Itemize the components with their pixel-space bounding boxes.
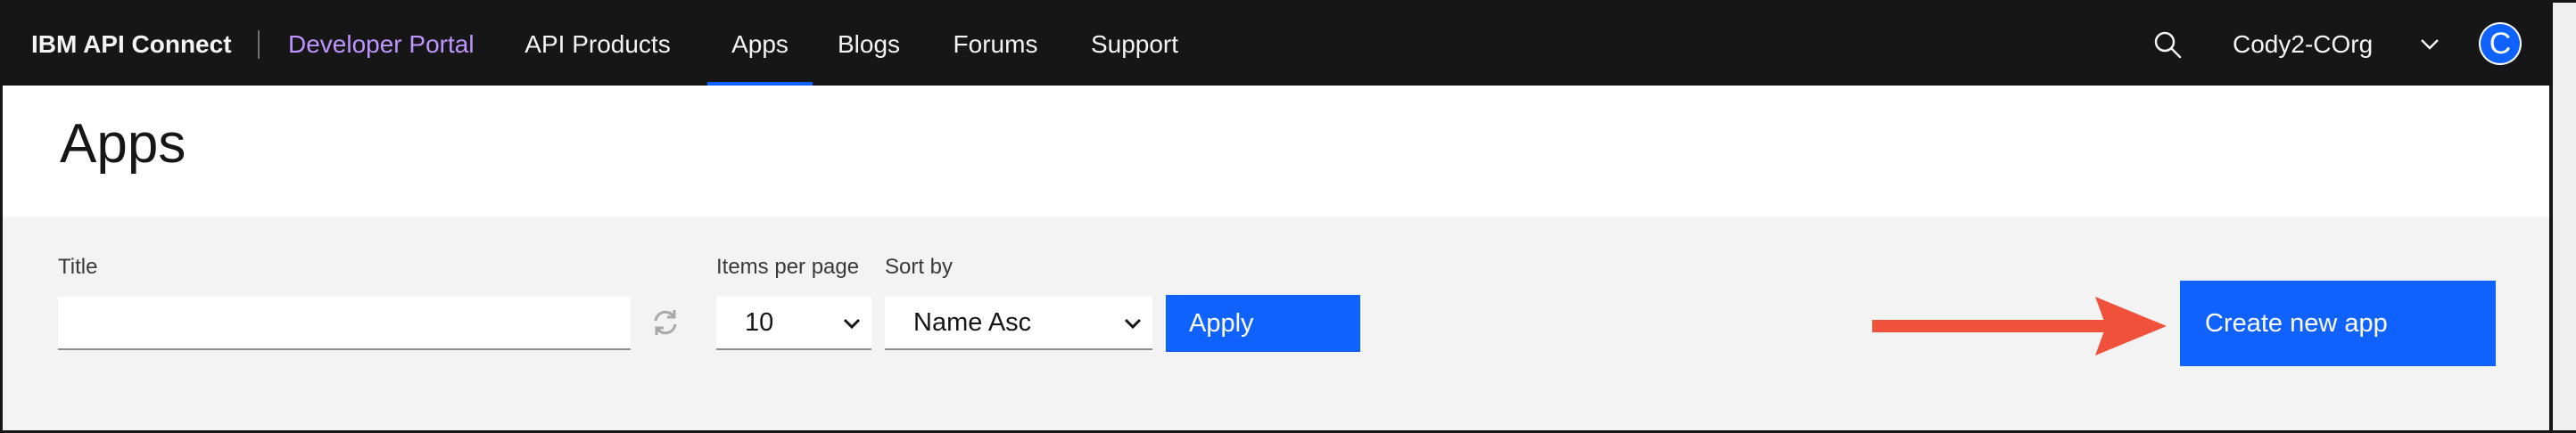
title-filter-label: Title [58, 255, 98, 279]
chevron-down-icon [843, 318, 861, 330]
sort-by-select[interactable]: Name Asc [885, 297, 1152, 350]
apply-button[interactable]: Apply [1166, 295, 1360, 352]
items-per-page-select[interactable]: 10 [716, 297, 871, 350]
page-header: Apps [3, 86, 2549, 216]
annotation-arrow [1872, 297, 2167, 355]
user-avatar[interactable]: C [2479, 22, 2522, 65]
nav-item-forums[interactable]: Forums [941, 3, 1050, 86]
brand-divider [258, 30, 260, 59]
items-per-page-label: Items per page [716, 255, 860, 279]
create-new-app-button[interactable]: Create new app [2180, 281, 2496, 366]
page-title: Apps [60, 113, 186, 175]
vertical-scrollbar[interactable] [2549, 3, 2576, 430]
top-navigation-bar: IBM API Connect Developer Portal API Pro… [3, 3, 2549, 86]
sort-by-label: Sort by [885, 255, 954, 279]
chevron-down-icon [1124, 318, 1142, 330]
brand-name[interactable]: IBM API Connect [31, 3, 232, 86]
search-icon[interactable] [2152, 29, 2183, 60]
org-selector-label[interactable]: Cody2-COrg [2233, 3, 2373, 86]
chevron-down-icon[interactable] [2418, 33, 2441, 56]
nav-item-support[interactable]: Support [1080, 3, 1189, 86]
portal-name-link[interactable]: Developer Portal [288, 3, 475, 86]
title-filter-input[interactable] [58, 297, 631, 350]
nav-item-apps[interactable]: Apps [707, 3, 813, 86]
app-window: IBM API Connect Developer Portal API Pro… [0, 0, 2576, 433]
refresh-icon[interactable] [648, 306, 682, 339]
apps-filter-toolbar: Title Items per page 10 Sort by Name Asc… [3, 216, 2549, 430]
items-per-page-value: 10 [745, 308, 774, 337]
nav-item-blogs[interactable]: Blogs [829, 3, 909, 86]
sort-by-value: Name Asc [913, 308, 1032, 337]
nav-item-api-products[interactable]: API Products [513, 3, 682, 86]
